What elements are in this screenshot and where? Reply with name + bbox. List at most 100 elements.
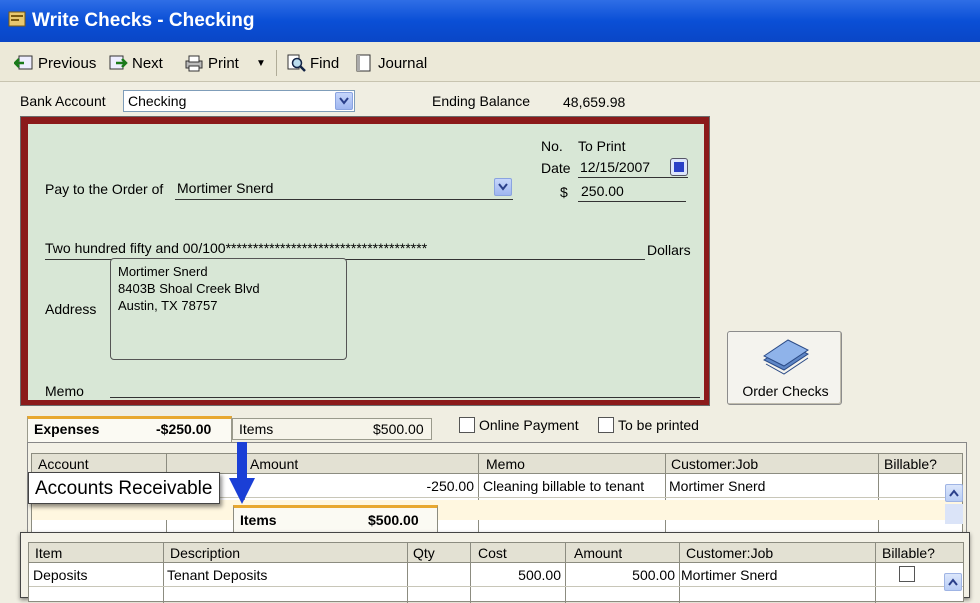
address-line-1: Mortimer Snerd xyxy=(118,264,208,279)
checkbook-icon xyxy=(8,11,26,27)
check-number-label: No. xyxy=(541,138,563,154)
tab-items-amount: $500.00 xyxy=(373,421,424,437)
dollars-label: Dollars xyxy=(647,242,691,258)
payee-field[interactable]: Mortimer Snerd xyxy=(175,176,513,200)
header-customer-job[interactable]: Customer:Job xyxy=(686,545,773,561)
items-header-row: Item Description Qty Cost Amount Custome… xyxy=(29,543,963,563)
row-cost[interactable]: 500.00 xyxy=(473,567,561,583)
date-value: 12/15/2007 xyxy=(580,159,651,175)
scroll-up-icon[interactable] xyxy=(944,573,962,591)
header-cost[interactable]: Cost xyxy=(478,545,507,561)
table-row[interactable]: Deposits Tenant Deposits 500.00 500.00 M… xyxy=(29,563,963,587)
tab-expenses-label: Expenses xyxy=(34,421,100,437)
online-payment-checkbox[interactable]: Online Payment xyxy=(459,417,579,433)
items-overlay-tab-label: Items xyxy=(240,512,277,528)
printer-icon xyxy=(185,55,203,72)
window-title: Write Checks - Checking xyxy=(32,10,255,31)
written-amount: Two hundred fifty and 00/100************… xyxy=(45,240,645,260)
date-label: Date xyxy=(541,160,571,176)
header-billable[interactable]: Billable? xyxy=(882,545,935,561)
order-checks-button[interactable]: Order Checks xyxy=(727,331,842,405)
scrollbar-track[interactable] xyxy=(945,504,963,524)
journal-icon xyxy=(356,54,371,72)
print-button[interactable]: Print xyxy=(184,52,239,74)
previous-icon xyxy=(14,55,33,70)
dollar-sign: $ xyxy=(560,184,568,200)
ending-balance-label: Ending Balance xyxy=(432,93,531,109)
row-description[interactable]: Tenant Deposits xyxy=(167,567,267,583)
calendar-icon[interactable] xyxy=(670,158,688,176)
account-callout[interactable]: Accounts Receivable xyxy=(28,472,220,504)
check-face: No. To Print Date 12/15/2007 $ 250.00 Pa… xyxy=(26,122,706,402)
find-icon xyxy=(287,54,306,72)
amount-field[interactable]: 250.00 xyxy=(578,180,686,202)
tab-items[interactable]: Items $500.00 xyxy=(232,418,432,440)
header-amount[interactable]: Amount xyxy=(250,456,298,472)
bank-account-label: Bank Account xyxy=(20,93,106,109)
pay-to-label: Pay to the Order of xyxy=(45,181,164,197)
header-billable[interactable]: Billable? xyxy=(884,456,937,472)
next-button[interactable]: Next xyxy=(108,52,163,74)
online-payment-label: Online Payment xyxy=(479,417,579,433)
check-number-value[interactable]: To Print xyxy=(578,138,625,154)
row-customer[interactable]: Mortimer Snerd xyxy=(669,478,765,494)
toolbar: Previous Next Print ▼ Find Journal xyxy=(0,42,980,82)
check-form: No. To Print Date 12/15/2007 $ 250.00 Pa… xyxy=(20,116,710,406)
amount-value: 250.00 xyxy=(581,183,624,199)
chevron-down-icon[interactable] xyxy=(494,178,512,196)
next-label: Next xyxy=(132,54,163,72)
row-amount[interactable]: 500.00 xyxy=(569,567,675,583)
date-field[interactable]: 12/15/2007 xyxy=(578,156,688,178)
memo-field[interactable] xyxy=(110,378,700,398)
next-icon xyxy=(109,55,128,70)
journal-button[interactable]: Journal xyxy=(354,52,427,74)
chevron-down-icon[interactable] xyxy=(335,92,353,110)
header-qty[interactable]: Qty xyxy=(413,545,435,561)
callout-account-text: Accounts Receivable xyxy=(35,478,213,499)
online-payment-box[interactable] xyxy=(459,417,475,433)
tab-expenses[interactable]: Expenses -$250.00 xyxy=(27,416,232,442)
scroll-up-icon[interactable] xyxy=(945,484,963,502)
header-account[interactable]: Account xyxy=(38,456,89,472)
payee-value: Mortimer Snerd xyxy=(177,180,274,196)
checks-stack-icon xyxy=(763,339,809,375)
row-amount[interactable]: -250.00 xyxy=(252,478,474,494)
journal-label: Journal xyxy=(378,54,428,72)
toolbar-separator xyxy=(276,50,277,76)
header-item[interactable]: Item xyxy=(35,545,62,561)
header-amount[interactable]: Amount xyxy=(574,545,622,561)
arrow-down-icon xyxy=(229,442,255,504)
address-box[interactable]: Mortimer Snerd 8403B Shoal Creek Blvd Au… xyxy=(110,258,347,360)
order-checks-label: Order Checks xyxy=(742,383,829,399)
row-customer[interactable]: Mortimer Snerd xyxy=(681,567,777,583)
expenses-header-row: Account Amount Memo Customer:Job Billabl… xyxy=(32,454,962,474)
print-dropdown-arrow[interactable]: ▼ xyxy=(256,52,266,74)
header-description[interactable]: Description xyxy=(170,545,240,561)
address-line-2: 8403B Shoal Creek Blvd xyxy=(118,281,260,296)
header-memo[interactable]: Memo xyxy=(486,456,525,472)
title-bar[interactable]: Write Checks - Checking xyxy=(0,0,980,42)
header-customer-job[interactable]: Customer:Job xyxy=(671,456,758,472)
items-table: Item Description Qty Cost Amount Custome… xyxy=(28,542,964,603)
bank-account-combo[interactable]: Checking xyxy=(123,90,355,112)
tab-items-label: Items xyxy=(239,421,274,437)
to-be-printed-label: To be printed xyxy=(618,417,699,433)
write-checks-window: Write Checks - Checking Previous Next Pr… xyxy=(0,0,980,603)
items-overlay-tab-amount: $500.00 xyxy=(368,512,419,528)
find-button[interactable]: Find xyxy=(286,52,339,74)
print-label: Print xyxy=(208,54,239,72)
row-memo[interactable]: Cleaning billable to tenant xyxy=(483,478,663,494)
previous-label: Previous xyxy=(38,54,97,72)
billable-checkbox[interactable] xyxy=(899,566,915,582)
bank-account-value: Checking xyxy=(128,93,187,109)
items-overlay-tab[interactable]: Items $500.00 xyxy=(233,505,438,535)
ending-balance-value: 48,659.98 xyxy=(563,94,626,110)
memo-label: Memo xyxy=(45,383,84,399)
to-be-printed-box[interactable] xyxy=(598,417,614,433)
previous-button[interactable]: Previous xyxy=(14,52,96,74)
row-item[interactable]: Deposits xyxy=(33,567,87,583)
tab-expenses-amount: -$250.00 xyxy=(156,421,212,437)
address-label: Address xyxy=(45,301,97,317)
to-be-printed-checkbox[interactable]: To be printed xyxy=(598,417,699,433)
address-line-3: Austin, TX 78757 xyxy=(118,298,218,313)
